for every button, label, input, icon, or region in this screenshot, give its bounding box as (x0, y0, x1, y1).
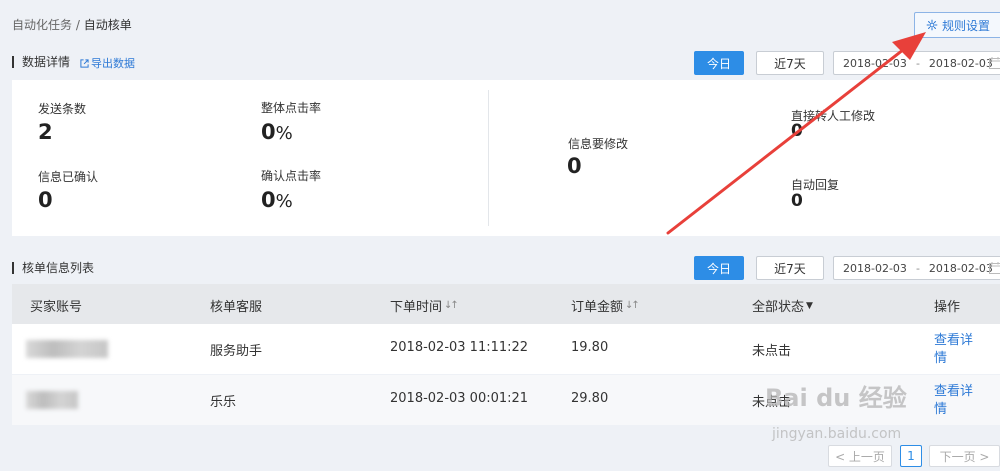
export-data-link[interactable]: 导出数据 (80, 55, 135, 71)
col-service: 核单客服 (210, 300, 263, 315)
overall-click-rate-number: 0 (261, 120, 276, 144)
rule-settings-label: 规则设置 (941, 18, 990, 33)
list-last7-button[interactable]: 近7天 (756, 256, 824, 280)
table-row: 服务助手 2018-02-03 11:11:22 19.80 未点击 查看详情 (12, 324, 1000, 374)
col-order-time-label: 下单时间 (390, 300, 443, 315)
overall-click-rate-value: 0% (261, 120, 293, 144)
sort-icon[interactable]: ↓↑ (625, 300, 640, 311)
stats-divider (488, 90, 489, 226)
calendar-icon[interactable] (989, 57, 1000, 69)
baidu-jingyan-watermark: Bai du 经验 (765, 384, 907, 412)
sent-count-label: 发送条数 (38, 102, 87, 116)
confirm-click-rate-value: 0% (261, 188, 293, 212)
col-amount[interactable]: 订单金额 ↓↑ (571, 296, 640, 315)
col-status[interactable]: 全部状态 ▼ (752, 296, 813, 315)
list-section-title: 核单信息列表 (12, 262, 94, 274)
list-today-button[interactable]: 今日 (694, 256, 744, 280)
watermark-url: jingyan.baidu.com (772, 426, 902, 442)
breadcrumb-current: 自动核单 (83, 18, 132, 32)
row-amount: 19.80 (571, 340, 609, 355)
data-today-button[interactable]: 今日 (694, 51, 744, 75)
auto-reply-value: 0 (791, 191, 803, 211)
direct-manual-value: 0 (791, 121, 803, 141)
view-detail-link[interactable]: 查看详情 (934, 383, 979, 419)
direct-manual-label: 直接转人工修改 (791, 109, 876, 123)
data-section-title: 数据详情 (12, 56, 70, 68)
data-date-range[interactable]: 2018-02-03 - 2018-02-03 (833, 51, 1000, 75)
overall-click-rate-label: 整体点击率 (261, 101, 322, 115)
date-separator: - (915, 261, 920, 275)
confirm-click-rate-number: 0 (261, 188, 276, 212)
row-order-time: 2018-02-03 00:01:21 (390, 391, 529, 406)
row-service: 服务助手 (210, 344, 263, 359)
list-date-end[interactable]: 2018-02-03 (929, 262, 993, 275)
date-separator: - (915, 56, 920, 70)
col-action: 操作 (934, 300, 961, 315)
buyer-account-blurred (26, 340, 108, 358)
data-last7-button[interactable]: 近7天 (756, 51, 824, 75)
buyer-account-blurred (26, 391, 78, 409)
info-modify-label: 信息要修改 (568, 137, 629, 151)
confirm-click-rate-unit: % (275, 191, 293, 212)
next-page-button[interactable]: 下一页 > (929, 445, 1000, 467)
confirm-click-rate-label: 确认点击率 (261, 169, 322, 183)
sort-icon[interactable]: ↓↑ (444, 300, 459, 311)
breadcrumb-parent[interactable]: 自动化任务 (12, 18, 72, 32)
external-link-icon (80, 58, 89, 68)
breadcrumb: 自动化任务 / 自动核单 (12, 16, 132, 33)
info-modify-value: 0 (567, 154, 582, 178)
calendar-icon[interactable] (989, 262, 1000, 274)
stats-card (12, 80, 1000, 236)
info-confirmed-label: 信息已确认 (38, 170, 99, 184)
export-data-label: 导出数据 (91, 57, 135, 70)
prev-page-button[interactable]: < 上一页 (828, 445, 892, 467)
col-order-time[interactable]: 下单时间 ↓↑ (390, 296, 459, 315)
list-date-range[interactable]: 2018-02-03 - 2018-02-03 (833, 256, 1000, 280)
row-amount: 29.80 (571, 391, 609, 406)
info-confirmed-value: 0 (38, 188, 53, 212)
row-service: 乐乐 (210, 395, 237, 410)
overall-click-rate-unit: % (275, 123, 293, 144)
col-buyer: 买家账号 (30, 300, 83, 315)
caret-down-icon[interactable]: ▼ (806, 301, 813, 311)
data-date-end[interactable]: 2018-02-03 (929, 57, 993, 70)
data-date-start[interactable]: 2018-02-03 (843, 57, 907, 70)
list-date-start[interactable]: 2018-02-03 (843, 262, 907, 275)
col-amount-label: 订单金额 (571, 300, 624, 315)
view-detail-link[interactable]: 查看详情 (934, 332, 979, 368)
breadcrumb-separator: / (72, 18, 84, 32)
row-status: 未点击 (752, 344, 792, 359)
table-header: 买家账号 核单客服 下单时间 ↓↑ 订单金额 ↓↑ 全部状态 ▼ 操作 (12, 284, 1000, 324)
rule-settings-button[interactable]: 规则设置 (914, 12, 1000, 38)
gear-icon (926, 19, 938, 31)
sent-count-value: 2 (38, 120, 53, 144)
col-status-label: 全部状态 (752, 300, 805, 315)
row-order-time: 2018-02-03 11:11:22 (390, 340, 529, 355)
page-number-button[interactable]: 1 (900, 445, 922, 467)
